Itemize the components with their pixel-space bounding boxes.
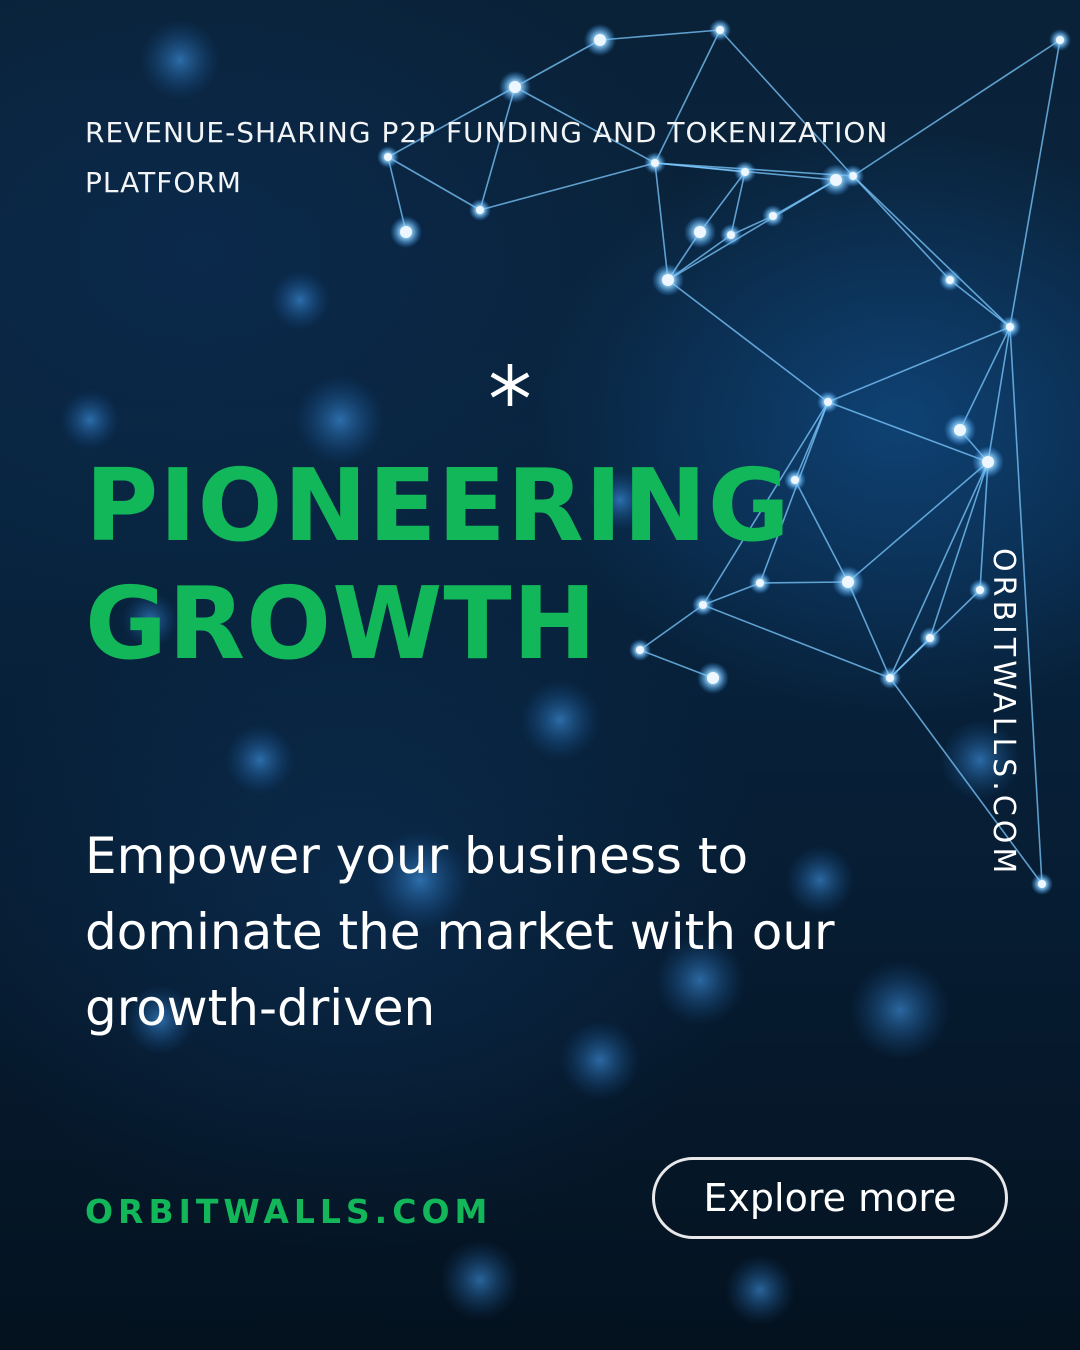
network-node [594,34,606,46]
bokeh-dot [440,1240,520,1320]
network-link [959,326,1011,431]
network-node [954,424,966,436]
asterisk-icon [490,364,530,406]
network-node [662,274,674,286]
headline: PIONEERING GROWTH [85,447,965,683]
footer-website-link[interactable]: ORBITWALLS.COM [85,1192,492,1231]
network-node [769,212,777,220]
network-link [599,29,721,41]
network-node [946,276,954,284]
network-link [667,279,829,403]
network-node [1056,36,1064,44]
poster: REVENUE-SHARING P2P FUNDING AND TOKENIZA… [0,0,1080,1350]
network-link [987,326,1011,463]
network-node [716,26,724,34]
body-copy: Empower your business to dominate the ma… [85,827,835,1037]
network-link [949,279,1011,328]
bokeh-dot [60,390,120,450]
network-node [727,231,735,239]
network-node [824,398,832,406]
network-node [1038,880,1046,888]
headline-line-2: GROWTH [85,565,598,682]
network-link [827,326,1011,403]
bokeh-dot [270,270,330,330]
platform-tagline: REVENUE-SHARING P2P FUNDING AND TOKENIZA… [85,116,889,199]
bokeh-dot [140,20,220,100]
headline-line-1: PIONEERING [85,447,791,564]
bokeh-dot [725,1255,795,1325]
vertical-website-label: ORBITWALLS.COM [986,548,1021,878]
bokeh-dot [225,725,295,795]
explore-more-button[interactable]: Explore more [652,1157,1008,1239]
network-link [1009,39,1061,328]
network-node [509,81,521,93]
network-node [982,456,994,468]
network-node [400,226,412,238]
network-node [1006,323,1014,331]
network-node [694,226,706,238]
bokeh-dot [520,680,600,760]
